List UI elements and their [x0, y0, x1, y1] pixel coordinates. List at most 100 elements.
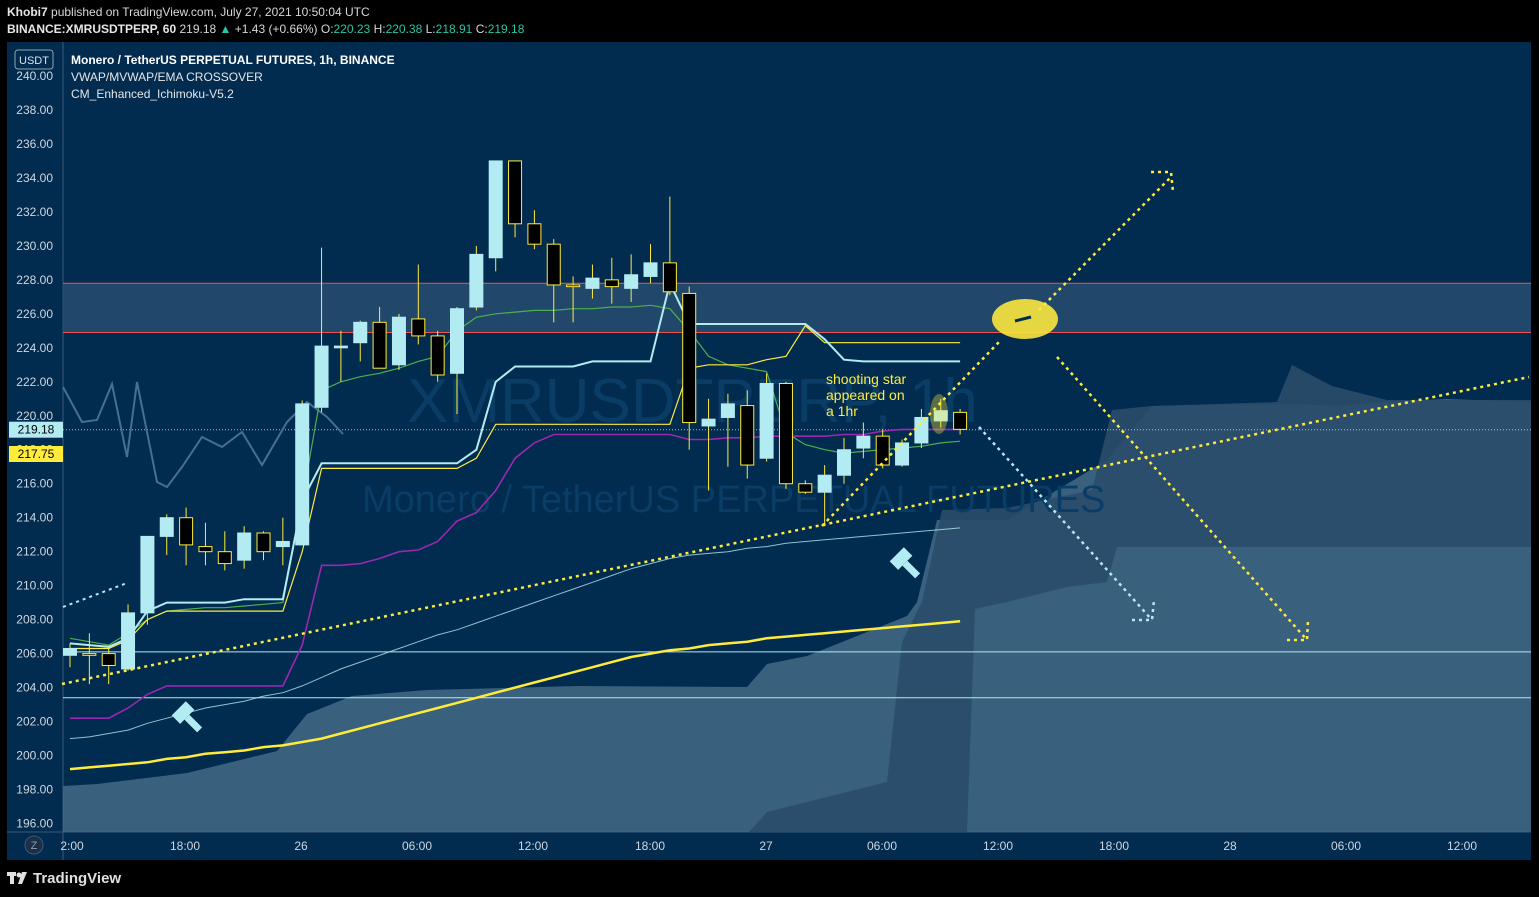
- open-value: 220.23: [333, 22, 371, 36]
- price-tick-label: 212.00: [16, 545, 53, 559]
- annotation-line-2: appeared on: [826, 387, 905, 403]
- candle[interactable]: [488, 160, 503, 272]
- price-tick-label: 232.00: [16, 205, 53, 219]
- candle-body: [778, 382, 793, 485]
- time-tick-label: 06:00: [867, 839, 897, 853]
- candle[interactable]: [140, 535, 155, 625]
- candle-body: [469, 253, 484, 308]
- candle-body: [63, 648, 77, 656]
- candle-body: [159, 517, 174, 537]
- low-value: 218.91: [435, 22, 473, 36]
- candle-body: [643, 262, 658, 277]
- time-tick-label: 12:00: [1447, 839, 1477, 853]
- candle[interactable]: [295, 400, 310, 546]
- price-tick-label: 240.00: [16, 69, 53, 83]
- candle-body: [198, 546, 213, 553]
- publish-info: Khobi7 published on TradingView.com, Jul…: [7, 5, 370, 19]
- candle-body: [217, 551, 232, 565]
- time-tick-label: 06:00: [1331, 839, 1361, 853]
- legend-indicator-2[interactable]: CM_Enhanced_Ichimoku-V5.2: [71, 87, 234, 101]
- price-tick-label: 230.00: [16, 239, 53, 253]
- tradingview-logo-icon: [7, 872, 27, 884]
- candle-body: [314, 345, 329, 408]
- footer-bar: TradingView: [0, 862, 1539, 897]
- price-tick-label: 204.00: [16, 681, 53, 695]
- close-value: 219.18: [487, 22, 525, 36]
- candle-body: [140, 535, 155, 614]
- price-tick-label: 220.00: [16, 409, 53, 423]
- symbol-info: BINANCE:XMRUSDTPERP, 60 219.18 ▲ +1.43 (…: [7, 22, 524, 36]
- price-tick-label: 224.00: [16, 341, 53, 355]
- high-value: 220.38: [385, 22, 423, 36]
- candle-body: [488, 160, 503, 259]
- candle-body: [546, 243, 561, 286]
- price-tick-label: 222.00: [16, 375, 53, 389]
- time-tick-label: 2:00: [60, 839, 84, 853]
- candle[interactable]: [121, 604, 136, 671]
- candle-body: [682, 292, 697, 424]
- timezone-button-label: Z: [31, 840, 38, 852]
- resistance-zone: [63, 283, 1531, 333]
- author-name[interactable]: Khobi7: [7, 5, 48, 19]
- candle-body: [101, 653, 116, 667]
- price-tick-label: 208.00: [16, 613, 53, 627]
- price-tick-label: 210.00: [16, 579, 53, 593]
- time-tick-label: 18:00: [1099, 839, 1129, 853]
- last-price: 219.18: [179, 22, 217, 36]
- price-tick-label: 216.00: [16, 477, 53, 491]
- candle-body: [662, 262, 677, 293]
- price-tick-label: 234.00: [16, 171, 53, 185]
- candle-body: [604, 279, 619, 288]
- price-tick-label: 200.00: [16, 749, 53, 763]
- annotation-line-1: shooting star: [826, 371, 906, 387]
- candle-body: [914, 416, 929, 444]
- candle[interactable]: [778, 381, 793, 489]
- price-tick-label: 206.00: [16, 647, 53, 661]
- candle-body: [450, 308, 464, 374]
- price-chart[interactable]: XMRUSDTPERP, 1h Monero / TetherUS PERPET…: [7, 42, 1531, 860]
- time-tick-label: 18:00: [170, 839, 200, 853]
- legend-indicator-1[interactable]: VWAP/MVWAP/EMA CROSSOVER: [71, 70, 263, 84]
- candle-body: [817, 474, 832, 493]
- candle-body: [875, 435, 890, 466]
- up-arrow-icon: ▲: [219, 22, 232, 36]
- legend-title: Monero / TetherUS PERPETUAL FUTURES, 1h,…: [71, 53, 395, 67]
- candle-body: [295, 403, 310, 546]
- chart-area[interactable]: XMRUSDTPERP, 1h Monero / TetherUS PERPET…: [7, 42, 1531, 860]
- header-bar: Khobi7 published on TradingView.com, Jul…: [0, 0, 1539, 40]
- candle-body: [508, 160, 523, 225]
- candle-body: [353, 321, 368, 344]
- time-tick-label: 12:00: [518, 839, 548, 853]
- symbol-name: BINANCE:XMRUSDTPERP, 60: [7, 22, 177, 36]
- candle-body: [275, 540, 290, 548]
- candle-body: [82, 653, 97, 656]
- tradingview-logo[interactable]: TradingView: [33, 870, 121, 887]
- currency-label: USDT: [19, 55, 49, 67]
- candle[interactable]: [391, 313, 406, 370]
- candle-body: [798, 483, 813, 493]
- candle-body: [179, 517, 194, 546]
- candle-body: [895, 442, 910, 466]
- candle[interactable]: [469, 245, 484, 311]
- time-tick-label: 12:00: [983, 839, 1013, 853]
- candle[interactable]: [759, 373, 774, 462]
- price-tick-label: 228.00: [16, 273, 53, 287]
- candle-body: [430, 335, 445, 376]
- time-tick-label: 27: [759, 839, 773, 853]
- candle-body: [121, 612, 136, 670]
- candle[interactable]: [430, 330, 445, 382]
- candle-body: [953, 411, 968, 430]
- candle-body: [527, 223, 542, 245]
- low-label: L:: [425, 22, 436, 36]
- annotation-line-3: a 1hr: [826, 403, 858, 419]
- price-change: +1.43 (+0.66%): [234, 22, 318, 36]
- time-tick-label: 28: [1223, 839, 1237, 853]
- open-label: O:: [320, 22, 334, 36]
- price-tick-label: 202.00: [16, 715, 53, 729]
- time-tick-label: 18:00: [635, 839, 665, 853]
- candle-body: [411, 318, 426, 337]
- candle-body: [585, 277, 600, 289]
- high-label: H:: [373, 22, 386, 36]
- candle-body: [856, 435, 871, 449]
- candle-body: [391, 316, 406, 366]
